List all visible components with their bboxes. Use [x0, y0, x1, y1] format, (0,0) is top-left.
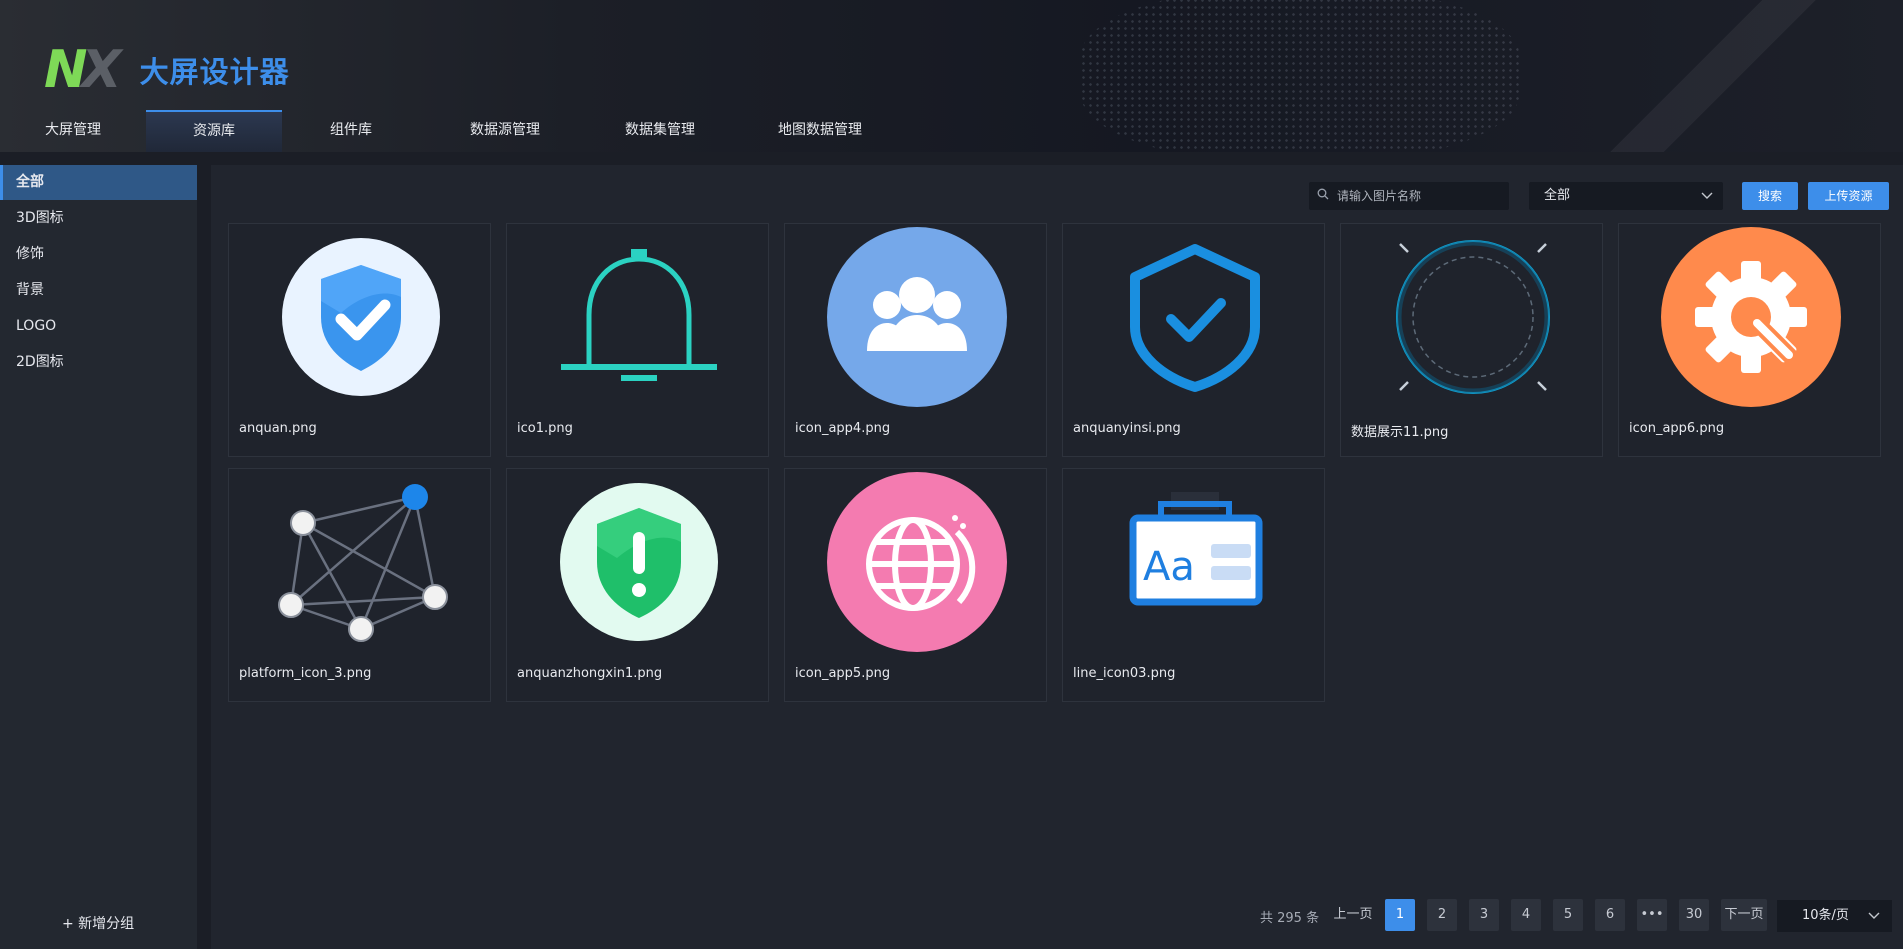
page-size-select[interactable]: 10条/页: [1777, 900, 1892, 932]
page-button-5[interactable]: 5: [1553, 899, 1583, 931]
gear-wrench-icon: [1619, 224, 1882, 409]
page-button-1[interactable]: 1: [1385, 899, 1415, 931]
search-box: [1309, 182, 1509, 210]
resource-name: anquanyinsi.png: [1073, 421, 1181, 436]
resource-card[interactable]: icon_app5.png: [784, 468, 1047, 702]
more-pages-button[interactable]: •••: [1637, 899, 1667, 931]
resource-card[interactable]: ico1.png: [506, 223, 769, 457]
resource-name: icon_app4.png: [795, 421, 891, 436]
page-button-6[interactable]: 6: [1595, 899, 1625, 931]
tab-component-library[interactable]: 组件库: [282, 110, 420, 150]
top-nav: 大屏管理 资源库 组件库 数据源管理 数据集管理 地图数据管理: [0, 110, 910, 152]
resource-card[interactable]: platform_icon_3.png: [228, 468, 491, 702]
sidebar-item-background[interactable]: 背景: [0, 273, 197, 308]
prev-page-button[interactable]: 上一页: [1330, 899, 1376, 931]
shield-alert-icon: [507, 469, 770, 654]
category-select-value: 全部: [1544, 188, 1571, 203]
sidebar-item-logo[interactable]: LOGO: [0, 309, 197, 344]
pagination-total: 共 295 条: [1260, 911, 1320, 926]
tab-map-data-management[interactable]: 地图数据管理: [730, 110, 910, 150]
resource-name: 数据展示11.png: [1351, 425, 1449, 440]
users-group-icon: [785, 224, 1048, 409]
sidebar: 全部 3D图标 修饰 背景 LOGO 2D图标 + 新增分组: [0, 165, 197, 949]
resource-card[interactable]: anquan.png: [228, 223, 491, 457]
sidebar-item-decoration[interactable]: 修饰: [0, 237, 197, 272]
shield-outline-check-icon: [1063, 224, 1326, 409]
category-select[interactable]: 全部: [1529, 182, 1723, 210]
search-icon: [1317, 188, 1335, 204]
resource-name: icon_app6.png: [1629, 421, 1725, 436]
resource-card[interactable]: anquanzhongxin1.png: [506, 468, 769, 702]
logo: NX 大屏设计器: [44, 44, 290, 96]
font-card-icon: Aa: [1063, 469, 1326, 654]
shield-check-icon: [229, 224, 492, 409]
resource-panel: 全部 搜索 上传资源 anquan.png: [211, 165, 1903, 949]
resource-name: anquan.png: [239, 421, 317, 436]
page-button-3[interactable]: 3: [1469, 899, 1499, 931]
resource-name: ico1.png: [517, 421, 573, 436]
resource-card[interactable]: 数据展示11.png: [1340, 223, 1603, 457]
chevron-down-icon: [1868, 900, 1880, 945]
page-button-4[interactable]: 4: [1511, 899, 1541, 931]
tab-datasource-management[interactable]: 数据源管理: [420, 110, 590, 150]
sidebar-item-all[interactable]: 全部: [0, 165, 197, 200]
search-button[interactable]: 搜索: [1742, 182, 1798, 210]
resource-card[interactable]: anquanyinsi.png: [1062, 223, 1325, 457]
next-page-button[interactable]: 下一页: [1721, 899, 1767, 931]
bell-icon: [507, 224, 770, 409]
tab-dataset-management[interactable]: 数据集管理: [590, 110, 730, 150]
resource-name: icon_app5.png: [795, 666, 891, 681]
sidebar-item-2d-icons[interactable]: 2D图标: [0, 345, 197, 380]
page-button-30[interactable]: 30: [1679, 899, 1709, 931]
divider: [197, 165, 211, 949]
app-title: 大屏设计器: [139, 55, 290, 89]
search-input[interactable]: [1335, 188, 1499, 204]
resource-card[interactable]: icon_app4.png: [784, 223, 1047, 457]
globe-icon: [785, 469, 1048, 654]
upload-resource-button[interactable]: 上传资源: [1808, 182, 1889, 210]
resource-name: line_icon03.png: [1073, 666, 1176, 681]
resource-card[interactable]: icon_app6.png: [1618, 223, 1881, 457]
page-size-value: 10条/页: [1802, 908, 1849, 923]
chevron-down-icon: [1701, 182, 1713, 221]
resource-card[interactable]: Aa line_icon03.png: [1062, 468, 1325, 702]
tab-screen-management[interactable]: 大屏管理: [0, 110, 146, 150]
resource-name: platform_icon_3.png: [239, 666, 372, 681]
sidebar-item-3d-icons[interactable]: 3D图标: [0, 201, 197, 236]
resource-name: anquanzhongxin1.png: [517, 666, 663, 681]
svg-text:Aa: Aa: [1143, 544, 1195, 590]
network-graph-icon: [229, 469, 492, 654]
header: NX 大屏设计器 大屏管理 资源库 组件库 数据源管理 数据集管理 地图数据管理: [0, 0, 1903, 152]
tab-resource-library[interactable]: 资源库: [146, 110, 282, 152]
add-group-button[interactable]: + 新增分组: [62, 913, 134, 933]
logo-mark: NX: [44, 40, 122, 100]
page-button-2[interactable]: 2: [1427, 899, 1457, 931]
ring-frame-icon: [1341, 224, 1604, 409]
